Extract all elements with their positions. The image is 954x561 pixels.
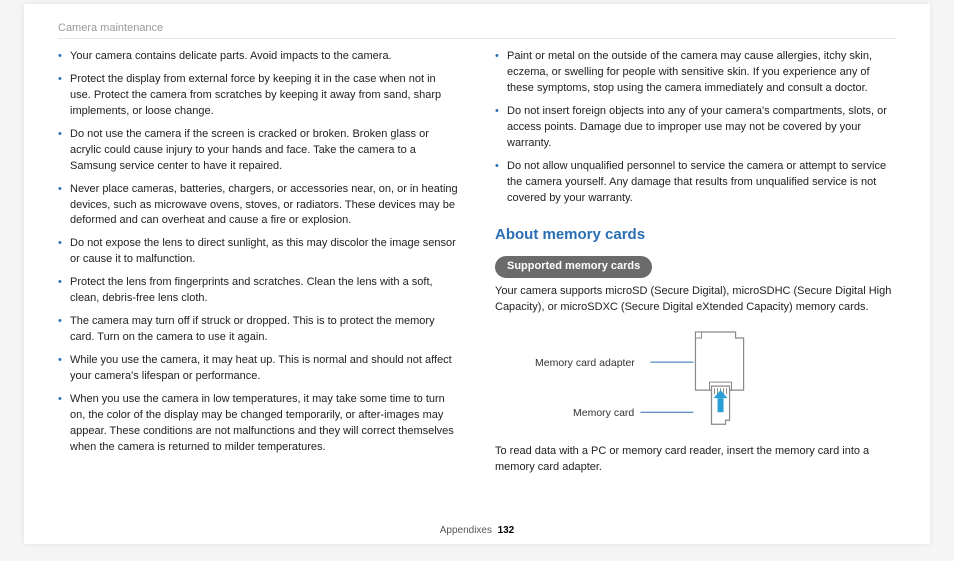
- page: Camera maintenance Your camera contains …: [24, 4, 930, 544]
- supported-cards-text: Your camera supports microSD (Secure Dig…: [495, 284, 896, 316]
- breadcrumb: Camera maintenance: [58, 22, 896, 34]
- right-bullet-list: Paint or metal on the outside of the cam…: [495, 49, 896, 206]
- list-item: Your camera contains delicate parts. Avo…: [58, 49, 459, 65]
- list-item: Do not use the camera if the screen is c…: [58, 127, 459, 175]
- divider: [58, 38, 896, 39]
- list-item: Do not allow unqualified personnel to se…: [495, 159, 896, 207]
- list-item: Never place cameras, batteries, chargers…: [58, 182, 459, 230]
- memory-card-svg: [495, 326, 896, 436]
- list-item: The camera may turn off if struck or dro…: [58, 314, 459, 346]
- list-item: Do not expose the lens to direct sunligh…: [58, 236, 459, 268]
- list-item: Protect the display from external force …: [58, 72, 459, 120]
- right-column: Paint or metal on the outside of the cam…: [495, 49, 896, 486]
- list-item: Do not insert foreign objects into any o…: [495, 104, 896, 152]
- section-heading-about-memory-cards: About memory cards: [495, 224, 896, 246]
- pill-supported-memory-cards: Supported memory cards: [495, 256, 652, 278]
- after-diagram-text: To read data with a PC or memory card re…: [495, 444, 896, 476]
- memory-card-diagram: Memory card adapter Memory card: [495, 326, 896, 436]
- list-item: When you use the camera in low temperatu…: [58, 392, 459, 456]
- left-column: Your camera contains delicate parts. Avo…: [58, 49, 459, 486]
- page-footer: Appendixes 132: [24, 525, 930, 536]
- content-columns: Your camera contains delicate parts. Avo…: [58, 49, 896, 486]
- list-item: While you use the camera, it may heat up…: [58, 353, 459, 385]
- list-item: Protect the lens from fingerprints and s…: [58, 275, 459, 307]
- page-number: 132: [498, 525, 515, 536]
- left-bullet-list: Your camera contains delicate parts. Avo…: [58, 49, 459, 456]
- list-item: Paint or metal on the outside of the cam…: [495, 49, 896, 97]
- footer-section: Appendixes: [440, 525, 492, 536]
